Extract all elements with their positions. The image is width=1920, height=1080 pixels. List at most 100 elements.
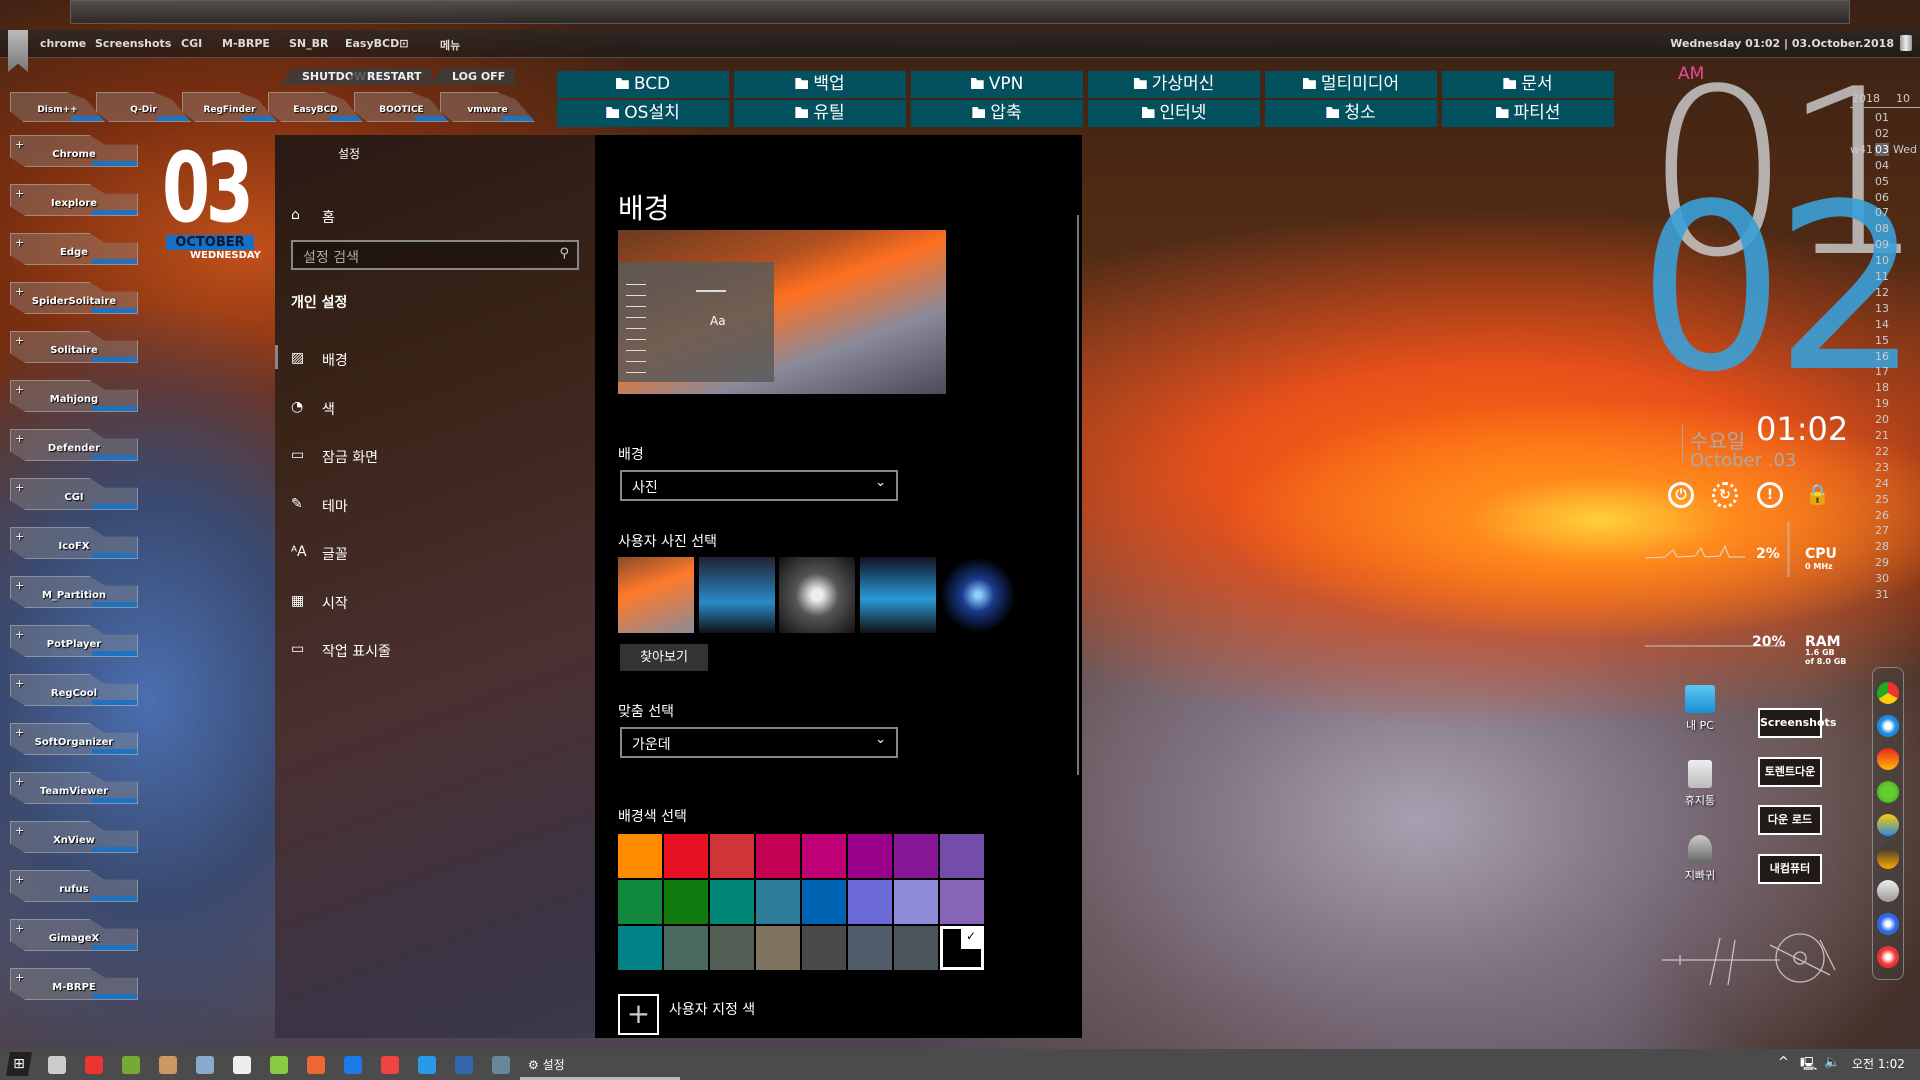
internet-explorer-icon[interactable] [418, 1056, 436, 1074]
plus-icon[interactable]: + [15, 873, 24, 886]
menu-item[interactable]: M-BRPE [222, 37, 270, 50]
power-menu-2[interactable]: LOG OFF [430, 68, 516, 85]
launcher-item[interactable]: + Edge [10, 233, 138, 265]
folder-button[interactable]: BCD [557, 71, 729, 98]
plus-icon[interactable]: + [15, 922, 24, 935]
launcher-item[interactable]: + Iexplore [10, 184, 138, 216]
launcher-item[interactable]: + RegCool [10, 674, 138, 706]
browse-button[interactable]: 찾아보기 [620, 644, 708, 671]
color-swatch[interactable] [618, 926, 662, 970]
color-swatch[interactable] [848, 880, 892, 924]
calendar-day[interactable]: 08 [1875, 222, 1889, 235]
launcher-item[interactable]: + M_Partition [10, 576, 138, 608]
color-swatch[interactable] [618, 880, 662, 924]
logoff-icon[interactable]: ! [1757, 482, 1783, 508]
calendar-day[interactable]: 16 [1875, 350, 1889, 363]
calendar-day[interactable]: 13 [1875, 302, 1889, 315]
plus-icon[interactable]: + [15, 432, 24, 445]
nav-item-0[interactable]: ▨ 배경 [275, 337, 595, 381]
color-swatch[interactable] [940, 834, 984, 878]
wallpaper-thumbnail[interactable] [779, 557, 855, 633]
edge-icon[interactable] [344, 1056, 362, 1074]
menu-item[interactable]: chrome [40, 37, 86, 50]
home-bookmark-icon[interactable] [8, 30, 28, 72]
power-icon[interactable] [1877, 946, 1899, 968]
desktop-icon-my-pc[interactable]: 내 PC [1665, 685, 1735, 733]
calendar-day[interactable]: 22 [1875, 445, 1889, 458]
tray-overflow-icon[interactable]: ^ [1778, 1055, 1789, 1070]
calendar-day[interactable]: 09 [1875, 238, 1889, 251]
task-view-icon[interactable] [48, 1056, 66, 1074]
launcher-item[interactable]: + Chrome [10, 135, 138, 167]
menu-item[interactable]: Screenshots [95, 37, 171, 50]
plus-icon[interactable]: + [15, 285, 24, 298]
color-swatch[interactable]: ✓ [940, 926, 984, 970]
launcher-top-item[interactable]: RegFinder [182, 92, 277, 122]
calendar-day[interactable]: 31 [1875, 588, 1889, 601]
plus-icon[interactable]: + [15, 236, 24, 249]
add-custom-color-button[interactable]: + [618, 994, 659, 1035]
calendar-day[interactable]: 19 [1875, 397, 1889, 410]
chrome-icon[interactable] [1877, 682, 1899, 704]
plus-icon[interactable]: + [15, 579, 24, 592]
plus-icon[interactable]: + [15, 824, 24, 837]
calendar-day[interactable]: 18 [1875, 381, 1889, 394]
folder-shortcut[interactable]: 다운 로드 [1758, 805, 1822, 835]
folder-button[interactable]: 멀티미디어 [1265, 71, 1437, 98]
color-swatch[interactable] [802, 834, 846, 878]
launcher-top-item[interactable]: Dism++ [10, 92, 105, 122]
color-swatch[interactable] [710, 880, 754, 924]
plus-icon[interactable]: + [15, 334, 24, 347]
launcher-item[interactable]: + Solitaire [10, 331, 138, 363]
color-swatch[interactable] [756, 926, 800, 970]
wallpaper-thumbnail[interactable] [940, 557, 1016, 633]
windows-logo-icon[interactable] [122, 1056, 140, 1074]
xnview-icon[interactable] [1877, 847, 1899, 869]
color-swatch[interactable] [894, 880, 938, 924]
ccleaner-icon[interactable] [307, 1056, 325, 1074]
background-type-dropdown[interactable]: 사진 ⌄ [620, 470, 898, 501]
desktop-icon-recycle-bin[interactable]: 휴지통 [1665, 760, 1735, 808]
restart-icon[interactable]: ↻ [1712, 482, 1738, 508]
network-icon[interactable]: 🖳 [1800, 1055, 1817, 1077]
launcher-item[interactable]: + CGI [10, 478, 138, 510]
start-button[interactable]: ⊞ [6, 1052, 32, 1076]
calendar-day[interactable]: 11 [1875, 270, 1889, 283]
launcher-item[interactable]: + XnView [10, 821, 138, 853]
picture-viewer-icon[interactable] [159, 1056, 177, 1074]
calendar-day[interactable]: 25 [1875, 493, 1889, 506]
launcher-item[interactable]: + M-BRPE [10, 968, 138, 1000]
folder-shortcut[interactable]: 토렌트다운 [1758, 756, 1822, 787]
folder-button[interactable]: VPN [911, 71, 1083, 98]
launcher-item[interactable]: + Mahjong [10, 380, 138, 412]
calendar-day[interactable]: 24 [1875, 477, 1889, 490]
eraser-icon[interactable] [1877, 880, 1899, 902]
windows-flag-icon[interactable] [85, 1056, 103, 1074]
color-swatch[interactable] [802, 880, 846, 924]
plus-icon[interactable]: + [15, 187, 24, 200]
launcher-item[interactable]: + PotPlayer [10, 625, 138, 657]
ccleaner-icon[interactable] [1877, 748, 1899, 770]
color-swatch[interactable] [618, 834, 662, 878]
folder-button[interactable]: 가상머신 [1088, 71, 1260, 98]
power-menu-1[interactable]: RESTART [345, 68, 432, 85]
launcher-top-item[interactable]: BOOTICE [354, 92, 449, 122]
nav-item-4[interactable]: ᴬA 글꼴 [275, 531, 595, 575]
folder-button[interactable]: 파티션 [1442, 100, 1614, 127]
lock-icon[interactable]: 🔒 [1805, 482, 1830, 506]
back-icon[interactable] [1877, 913, 1899, 935]
color-swatch[interactable] [940, 880, 984, 924]
calendar-day[interactable]: 21 [1875, 429, 1889, 442]
menu-item[interactable]: EasyBCD⊡ [345, 37, 408, 50]
color-swatch[interactable] [894, 834, 938, 878]
launcher-item[interactable]: + SoftOrganizer [10, 723, 138, 755]
calendar-day[interactable]: 05 [1875, 175, 1889, 188]
nav-item-3[interactable]: ✎ 테마 [275, 483, 595, 527]
calendar-day[interactable]: 12 [1875, 286, 1889, 299]
nav-item-2[interactable]: ▭ 잠금 화면 [275, 434, 595, 478]
network-tool-icon[interactable] [196, 1056, 214, 1074]
color-swatch[interactable] [848, 926, 892, 970]
color-swatch[interactable] [664, 880, 708, 924]
calendar-day[interactable]: 23 [1875, 461, 1889, 474]
plus-icon[interactable]: + [15, 971, 24, 984]
